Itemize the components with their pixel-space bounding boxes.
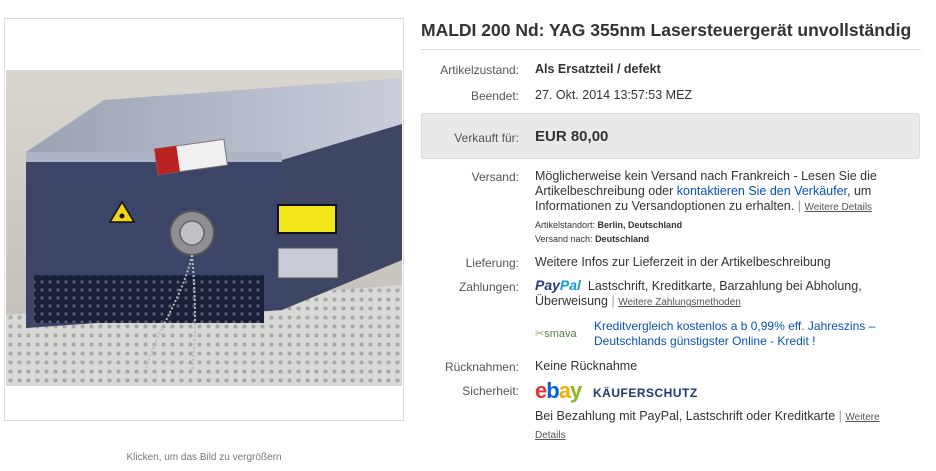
ended-value: 27. Okt. 2014 13:57:53 MEZ (535, 88, 693, 102)
ebay-logo: ebay (535, 378, 582, 403)
smava-credit-link[interactable]: Kreditvergleich kostenlos a b 0,99% eff.… (594, 319, 914, 349)
payment-label: Zahlungen: (458, 280, 519, 294)
sold-price: EUR 80,00 (535, 128, 609, 145)
ebay-logo-b: b (546, 378, 559, 403)
ships-to: Versand nach: Deutschland (535, 234, 649, 244)
separator: | (797, 199, 801, 213)
product-image-frame[interactable] (4, 18, 404, 421)
sold-label: Verkauft für: (454, 131, 519, 145)
smava-logo-text: smava (544, 328, 577, 340)
smava-logo[interactable]: ✂smava (535, 327, 587, 341)
shipping-info: Möglicherweise kein Versand nach Frankre… (535, 169, 905, 215)
item-location: Artikelstandort: Berlin, Deutschland (535, 220, 682, 230)
buyer-protection-title: KÄUFERSCHUTZ (593, 386, 698, 400)
delivery-value: Weitere Infos zur Lieferzeit in der Arti… (535, 255, 831, 269)
ships-to-value: Deutschland (595, 234, 650, 244)
paypal-logo-pal: Pal (559, 277, 581, 293)
separator: | (838, 409, 842, 423)
condition-label: Artikelzustand: (440, 63, 519, 77)
returns-value: Keine Rücknahme (535, 359, 638, 373)
more-payment-methods-link[interactable]: Weitere Zahlungsmethoden (618, 297, 741, 308)
ended-label: Beendet: (470, 89, 519, 103)
item-location-label: Artikelstandort: (535, 220, 596, 230)
delivery-label: Lieferung: (465, 256, 519, 270)
shipping-label: Versand: (471, 170, 519, 184)
returns-label: Rücknahmen: (444, 360, 519, 374)
condition-value: Als Ersatzteil / defekt (535, 62, 661, 76)
item-location-value: Berlin, Deutschland (597, 220, 683, 230)
buyer-protection-text: Bei Bezahlung mit PayPal, Lastschrift od… (535, 409, 836, 423)
payment-methods: PayPal Lastschrift, Kreditkarte, Barzahl… (535, 278, 905, 310)
ebay-logo-a: a (558, 378, 571, 403)
ebay-logo-y: y (569, 378, 582, 403)
product-photo[interactable] (6, 70, 402, 386)
separator: | (611, 294, 615, 308)
smava-icon: ✂ (535, 328, 545, 340)
title-divider (421, 49, 921, 50)
buyer-protection-info: Bei Bezahlung mit PayPal, Lastschrift od… (535, 408, 905, 444)
shipping-details-link[interactable]: Weitere Details (804, 202, 872, 213)
paypal-logo-pay: Pay (535, 277, 560, 293)
listing-title: MALDI 200 Nd: YAG 355nm Lasersteuergerät… (421, 20, 912, 40)
paypal-logo: PayPal (535, 277, 581, 293)
image-caption[interactable]: Klicken, um das Bild zu vergrößern (4, 452, 404, 463)
security-label: Sicherheit: (462, 384, 519, 398)
contact-seller-link[interactable]: kontaktieren Sie den Verkäufer (677, 184, 847, 198)
ships-to-label: Versand nach: (535, 234, 593, 244)
ebay-logo-e: e (535, 378, 547, 403)
